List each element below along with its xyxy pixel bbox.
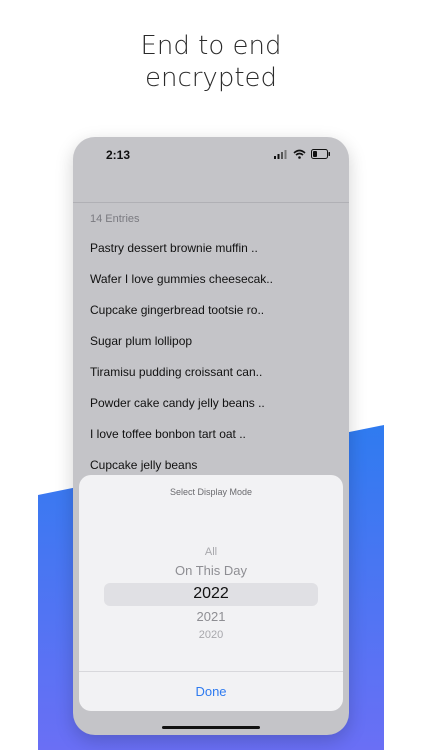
entries-count: 14 Entries xyxy=(90,213,140,225)
picker-option-all[interactable]: All xyxy=(79,546,343,558)
signal-icon xyxy=(274,146,288,164)
list-item[interactable]: I love toffee bonbon tart oat .. xyxy=(90,419,340,450)
wifi-icon xyxy=(293,146,306,164)
picker-option-2020[interactable]: 2020 xyxy=(79,629,343,641)
status-icons xyxy=(274,149,331,161)
sheet-title: Select Display Mode xyxy=(169,487,253,497)
home-indicator xyxy=(162,726,260,729)
picker-option-2021[interactable]: 2021 xyxy=(79,609,343,624)
list-item[interactable]: Sugar plum lollipop xyxy=(90,326,340,357)
headline: End to end encrypted xyxy=(0,30,422,94)
list-item[interactable]: Cupcake gingerbread tootsie ro.. xyxy=(90,295,340,326)
headline-line-2: encrypted xyxy=(144,63,278,93)
done-button[interactable]: Done xyxy=(79,672,343,711)
picker-option-selected[interactable]: 2022 xyxy=(79,585,343,603)
list-item[interactable]: Tiramisu pudding croissant can.. xyxy=(90,357,340,388)
status-time: 2:13 xyxy=(106,148,131,162)
list-item[interactable]: Pastry dessert brownie muffin .. xyxy=(90,233,340,264)
entry-list: Pastry dessert brownie muffin .. Wafer I… xyxy=(90,233,340,481)
battery-icon xyxy=(311,146,331,164)
navigation-bar xyxy=(73,177,349,203)
status-bar: 2:13 xyxy=(73,137,349,177)
list-item[interactable]: Wafer I love gummies cheesecak.. xyxy=(90,264,340,295)
picker-option-on-this-day[interactable]: On This Day xyxy=(79,563,343,578)
display-mode-sheet: Select Display Mode All On This Day 2022… xyxy=(79,475,343,711)
headline-line-1: End to end xyxy=(140,31,282,61)
list-item[interactable]: Powder cake candy jelly beans .. xyxy=(90,388,340,419)
phone-screen: 2:13 14 Entries Pastry dessert brownie m… xyxy=(73,137,349,735)
